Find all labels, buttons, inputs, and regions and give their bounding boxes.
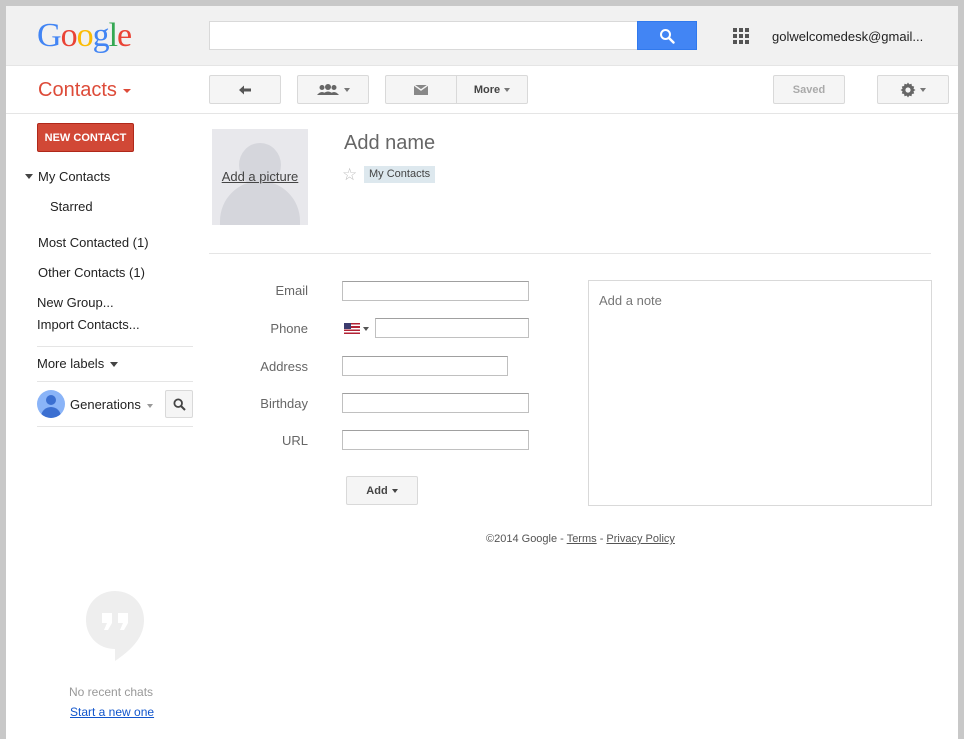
chevron-down-icon	[391, 488, 398, 493]
footer-separator: -	[596, 533, 607, 545]
groups-button[interactable]	[297, 75, 369, 104]
chevron-down-icon[interactable]	[363, 327, 369, 331]
hangouts-search-button[interactable]	[165, 390, 193, 418]
divider	[209, 253, 931, 254]
start-new-chat-link[interactable]: Start a new one	[70, 705, 154, 719]
url-label: URL	[281, 433, 308, 448]
sidebar-item-starred[interactable]: Starred	[50, 199, 93, 214]
sidebar-item-other-contacts[interactable]: Other Contacts (1)	[38, 265, 145, 280]
logo-letter: l	[108, 17, 119, 54]
us-flag-icon[interactable]	[344, 323, 360, 334]
search-input[interactable]	[209, 21, 638, 50]
copyright: ©2014 Google	[486, 533, 558, 545]
chevron-down-icon	[344, 87, 350, 92]
phone-field[interactable]	[375, 318, 529, 338]
logo-letter: o	[60, 17, 78, 54]
settings-button[interactable]	[877, 75, 949, 104]
birthday-label: Birthday	[260, 396, 308, 411]
logo-letter: e	[117, 17, 132, 54]
email-button[interactable]	[385, 75, 457, 104]
hangouts-user-name: Generations	[70, 397, 141, 412]
window-frame-right	[958, 0, 964, 739]
note-placeholder: Add a note	[599, 293, 662, 308]
logo-letter: o	[76, 17, 94, 54]
chevron-down-icon	[920, 87, 926, 92]
privacy-link[interactable]: Privacy Policy	[606, 533, 674, 545]
add-field-button[interactable]: Add	[346, 476, 418, 505]
app-switcher[interactable]: Contacts	[38, 79, 131, 102]
address-label: Address	[260, 359, 308, 374]
sidebar-item-my-contacts[interactable]: My Contacts	[38, 169, 110, 184]
apps-grid-icon[interactable]	[733, 28, 749, 44]
chevron-down-icon	[504, 87, 511, 92]
gear-icon	[900, 82, 916, 97]
saved-button[interactable]: Saved	[773, 75, 845, 104]
divider	[37, 426, 193, 427]
group-label-chip[interactable]: My Contacts	[364, 166, 436, 183]
google-logo[interactable]: Google	[37, 17, 132, 54]
star-icon[interactable]: ☆	[342, 166, 357, 183]
footer-separator: -	[557, 533, 567, 545]
app-title: Contacts	[38, 79, 117, 101]
divider	[37, 381, 193, 382]
birthday-field[interactable]	[342, 393, 529, 413]
no-recent-chats-text: No recent chats	[69, 685, 154, 699]
url-field[interactable]	[342, 430, 529, 450]
logo-letter: G	[37, 17, 62, 54]
footer: ©2014 Google - Terms - Privacy Policy	[486, 533, 675, 545]
hangouts-user-menu[interactable]: Generations	[70, 397, 153, 412]
email-field[interactable]	[342, 281, 529, 301]
avatar[interactable]	[37, 390, 65, 418]
terms-link[interactable]: Terms	[567, 533, 597, 545]
import-contacts-link[interactable]: Import Contacts...	[37, 317, 140, 332]
search-icon	[660, 28, 675, 44]
group-icon	[317, 83, 339, 95]
mail-icon	[414, 84, 428, 95]
new-group-link[interactable]: New Group...	[37, 295, 114, 310]
add-field-label: Add	[366, 484, 388, 497]
back-button[interactable]	[209, 75, 281, 104]
chevron-down-icon	[146, 403, 153, 408]
contact-photo[interactable]: Add a picture	[212, 129, 308, 225]
more-button[interactable]: More	[456, 75, 528, 104]
search-icon	[172, 397, 186, 411]
hangouts-quote-icon	[86, 591, 144, 661]
address-field[interactable]	[342, 356, 508, 376]
more-labels-toggle[interactable]: More labels	[37, 356, 119, 371]
more-label: More	[473, 83, 501, 96]
chevron-down-icon	[122, 88, 131, 93]
search-button[interactable]	[637, 21, 697, 50]
more-labels-label: More labels	[37, 356, 105, 371]
expand-triangle-icon[interactable]	[25, 174, 33, 179]
silhouette-body	[220, 181, 300, 225]
chevron-down-icon	[110, 362, 119, 368]
add-picture-link[interactable]: Add a picture	[212, 169, 308, 184]
note-textarea[interactable]: Add a note	[588, 280, 932, 506]
back-arrow-icon	[239, 85, 251, 94]
logo-letter: g	[92, 17, 110, 54]
contact-name-field[interactable]: Add name	[344, 132, 435, 155]
new-contact-button[interactable]: NEW CONTACT	[37, 123, 134, 152]
phone-label: Phone	[270, 321, 308, 336]
sidebar-item-most-contacted[interactable]: Most Contacted (1)	[38, 235, 149, 250]
email-label: Email	[275, 283, 308, 298]
account-email[interactable]: golwelcomedesk@gmail...	[772, 29, 923, 44]
divider	[37, 346, 193, 347]
